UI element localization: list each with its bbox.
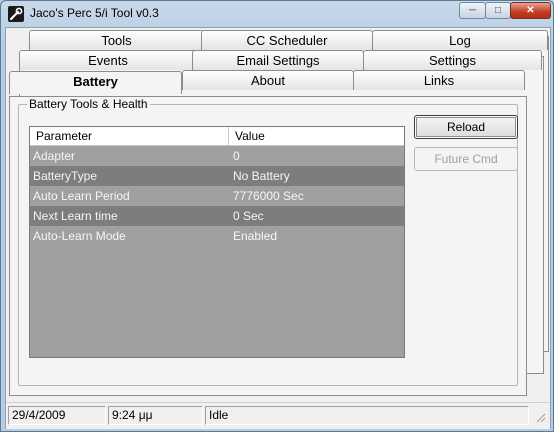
value-cell: Enabled xyxy=(233,229,278,243)
maximize-button[interactable]: □ xyxy=(485,2,511,19)
maximize-icon: □ xyxy=(494,5,502,16)
value-cell: 0 Sec xyxy=(233,209,264,223)
parameter-cell: BatteryType xyxy=(33,169,98,183)
status-time: 9:24 μμ xyxy=(108,406,203,425)
tab-email-settings[interactable]: Email Settings xyxy=(192,50,364,70)
status-bar: 29/4/2009 9:24 μμ Idle xyxy=(6,402,550,429)
parameter-cell: Auto Learn Period xyxy=(33,189,130,203)
battery-tab-panel: Battery Tools & Health Parameter Value A… xyxy=(9,96,527,396)
future-cmd-button: Future Cmd xyxy=(414,147,518,171)
wrench-icon xyxy=(8,6,24,22)
tab-battery[interactable]: Battery xyxy=(9,71,182,94)
group-label: Battery Tools & Health xyxy=(27,97,150,111)
minimize-icon: ─ xyxy=(468,5,477,16)
battery-info-list[interactable]: Parameter Value Adapter 0 BatteryType No… xyxy=(29,126,405,358)
list-item[interactable]: Adapter 0 xyxy=(30,146,404,166)
tab-events[interactable]: Events xyxy=(19,50,197,70)
status-state: Idle xyxy=(205,406,529,425)
list-item[interactable]: Next Learn time 0 Sec xyxy=(30,206,404,226)
parameter-cell: Auto-Learn Mode xyxy=(33,229,126,243)
tab-about[interactable]: About xyxy=(182,70,354,90)
battery-group-box: Battery Tools & Health Parameter Value A… xyxy=(18,97,518,386)
parameter-cell: Next Learn time xyxy=(33,209,118,223)
minimize-button[interactable]: ─ xyxy=(459,2,486,19)
close-icon: ✕ xyxy=(526,5,535,16)
app-window: Jaco's Perc 5/i Tool v0.3 ─ □ ✕ Tools CC… xyxy=(0,0,554,432)
tab-cc-scheduler[interactable]: CC Scheduler xyxy=(201,30,373,50)
resize-grip-icon[interactable] xyxy=(534,411,546,425)
list-header: Parameter Value xyxy=(30,127,404,146)
window-title: Jaco's Perc 5/i Tool v0.3 xyxy=(30,6,159,20)
column-header-parameter[interactable]: Parameter xyxy=(30,127,229,145)
parameter-cell: Adapter xyxy=(33,149,76,163)
value-cell: 7776000 Sec xyxy=(233,189,304,203)
title-bar[interactable]: Jaco's Perc 5/i Tool v0.3 ─ □ ✕ xyxy=(1,1,553,27)
value-cell: 0 xyxy=(233,149,240,163)
status-date: 29/4/2009 xyxy=(8,406,106,425)
column-header-value[interactable]: Value xyxy=(229,127,404,145)
tab-log[interactable]: Log xyxy=(372,30,548,50)
main-client-area: Tools CC Scheduler Log Events Email Sett… xyxy=(5,27,551,429)
tab-settings[interactable]: Settings xyxy=(363,50,542,70)
list-item[interactable]: Auto Learn Period 7776000 Sec xyxy=(30,186,404,206)
close-button[interactable]: ✕ xyxy=(510,2,551,19)
tab-tools[interactable]: Tools xyxy=(29,30,204,50)
list-item[interactable]: Auto-Learn Mode Enabled xyxy=(30,226,404,246)
reload-button[interactable]: Reload xyxy=(414,115,518,139)
list-item[interactable]: BatteryType No Battery xyxy=(30,166,404,186)
tab-links[interactable]: Links xyxy=(353,70,525,90)
value-cell: No Battery xyxy=(233,169,290,183)
